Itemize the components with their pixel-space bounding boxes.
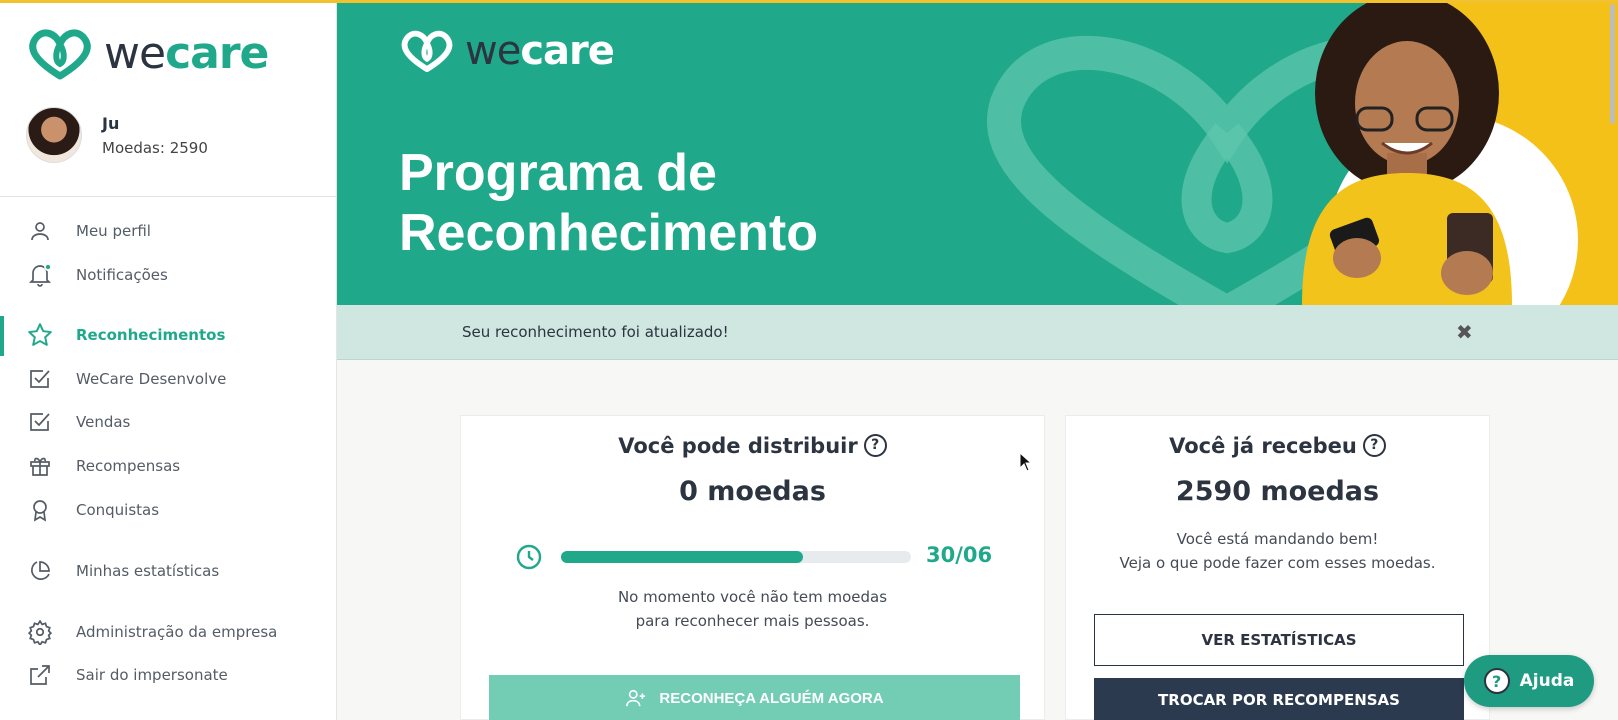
bell-icon — [27, 262, 53, 288]
distribute-message: No momento você não tem moedas para reco… — [617, 588, 888, 630]
view-stats-button[interactable]: VER ESTATÍSTICAS — [1094, 614, 1464, 666]
distribute-title: Você pode distribuir? — [461, 433, 1044, 459]
sidebar-item-label: Recompensas — [76, 457, 181, 475]
sidebar-logo[interactable]: wecare — [26, 26, 269, 82]
deadline-date: 30/06 — [926, 543, 993, 567]
sidebar-item-label: Notificações — [76, 266, 168, 284]
pie-chart-icon — [27, 558, 53, 584]
alert-message: Seu reconhecimento foi atualizado! — [462, 323, 729, 341]
user-name: Ju — [102, 113, 120, 133]
sidebar-item-label: WeCare Desenvolve — [76, 370, 227, 388]
close-icon[interactable]: ✖ — [1456, 320, 1473, 344]
sidebar-item-label: Minhas estatísticas — [76, 562, 220, 580]
user-coins: Moedas: 2590 — [102, 138, 208, 157]
user-profile[interactable]: Ju Moedas: 2590 — [26, 107, 208, 163]
sidebar-item-label: Reconhecimentos — [76, 326, 226, 344]
progress-fill — [561, 551, 803, 563]
received-amount: 2590 moedas — [1175, 476, 1380, 507]
sidebar-item-sair-impersonate[interactable]: Sair do impersonate — [0, 658, 337, 692]
received-card: Você já recebeu? 2590 moedas Você está m… — [1065, 415, 1490, 720]
brand-wordmark: wecare — [104, 28, 269, 79]
gear-icon — [27, 619, 53, 645]
heart-logo-icon — [29, 29, 91, 80]
sidebar: wecare Ju Moedas: 2590 Meu perfil Notifi… — [0, 0, 337, 720]
received-title: Você já recebeu? — [1066, 433, 1489, 459]
avatar[interactable] — [26, 107, 82, 163]
sidebar-item-conquistas[interactable]: Conquistas — [0, 493, 337, 527]
progress-track — [561, 551, 911, 563]
distribute-amount: 0 moedas — [679, 476, 826, 507]
sidebar-item-recompensas[interactable]: Recompensas — [0, 449, 337, 483]
help-label: Ajuda — [1519, 671, 1575, 691]
page-title: Programa de Reconhecimento — [399, 144, 818, 262]
sidebar-divider — [0, 196, 337, 197]
checkbox-icon — [27, 409, 53, 435]
sidebar-item-meu-perfil[interactable]: Meu perfil — [0, 214, 337, 248]
received-message: Você está mandando bem! Veja o que pode … — [1119, 530, 1436, 572]
question-icon: ? — [1483, 668, 1510, 694]
mouse-cursor-icon — [1019, 452, 1033, 472]
gift-icon — [27, 453, 53, 479]
sidebar-item-vendas[interactable]: Vendas — [0, 405, 337, 439]
deadline-progress: 30/06 — [516, 541, 993, 571]
distribute-card: Você pode distribuir? 0 moedas 30/06 No … — [460, 415, 1045, 720]
clock-icon — [516, 544, 542, 570]
checkbox-icon — [27, 366, 53, 392]
sidebar-item-label: Conquistas — [76, 501, 160, 519]
banner-wordmark: wecare — [465, 28, 615, 74]
sidebar-item-minhas-estatisticas[interactable]: Minhas estatísticas — [0, 554, 337, 588]
add-user-icon — [626, 689, 646, 707]
success-alert: Seu reconhecimento foi atualizado! ✖ — [337, 305, 1618, 360]
woman-photo — [1302, 3, 1512, 305]
trade-rewards-button[interactable]: TROCAR POR RECOMPENSAS — [1094, 678, 1464, 720]
help-icon[interactable]: ? — [863, 433, 887, 457]
star-icon — [27, 322, 53, 348]
sidebar-item-label: Administração da empresa — [76, 623, 278, 641]
heart-logo-icon — [401, 30, 453, 72]
hero-banner: wecare Programa de Reconhecimento — [337, 3, 1618, 305]
user-icon — [27, 218, 53, 244]
recognize-button[interactable]: RECONHEÇA ALGUÉM AGORA — [489, 675, 1020, 720]
sidebar-item-label: Vendas — [76, 413, 131, 431]
help-button[interactable]: ? Ajuda — [1464, 655, 1594, 707]
sidebar-item-notificacoes[interactable]: Notificações — [0, 258, 337, 292]
award-icon — [27, 497, 53, 523]
external-link-icon — [27, 662, 53, 688]
sidebar-item-administracao[interactable]: Administração da empresa — [0, 615, 337, 649]
help-icon[interactable]: ? — [1362, 433, 1386, 457]
sidebar-item-reconhecimentos[interactable]: Reconhecimentos — [0, 316, 337, 356]
sidebar-item-label: Meu perfil — [76, 222, 151, 240]
sidebar-item-label: Sair do impersonate — [76, 666, 228, 684]
scrollbar[interactable] — [1610, 4, 1615, 124]
banner-logo: wecare — [399, 27, 615, 75]
top-accent-line — [0, 0, 1618, 3]
sidebar-item-wecare-desenvolve[interactable]: WeCare Desenvolve — [0, 362, 337, 396]
